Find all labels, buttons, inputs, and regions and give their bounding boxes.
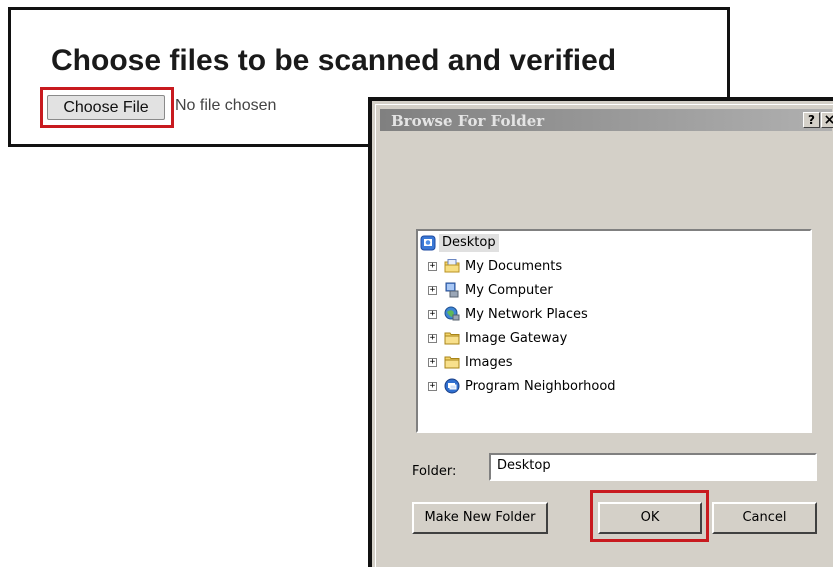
tree-item-label: Image Gateway [465, 330, 568, 346]
folder-input[interactable]: Desktop [489, 453, 817, 481]
tree-item-program-neighborhood[interactable]: + Program Neighborhood [428, 376, 616, 396]
make-new-folder-button[interactable]: Make New Folder [412, 502, 548, 534]
tree-item-my-network-places[interactable]: + My Network Places [428, 304, 588, 324]
desktop-icon [420, 235, 436, 251]
file-status-text: No file chosen [175, 97, 277, 114]
tree-item-label: Desktop [439, 234, 499, 252]
dialog-title-bar[interactable]: Browse For Folder ? × [380, 109, 833, 131]
expand-icon[interactable]: + [428, 261, 437, 271]
dialog-body: Browse For Folder ? × Desktop + My Docum… [375, 104, 833, 567]
computer-icon [444, 282, 460, 298]
documents-icon [444, 258, 460, 274]
browse-folder-dialog: Browse For Folder ? × Desktop + My Docum… [368, 97, 833, 567]
network-icon [444, 306, 460, 322]
expand-icon[interactable]: + [428, 381, 437, 391]
expand-icon[interactable]: + [428, 333, 437, 343]
tree-item-label: Program Neighborhood [465, 378, 616, 394]
page-title: Choose files to be scanned and verified [51, 44, 617, 77]
tree-item-image-gateway[interactable]: + Image Gateway [428, 328, 567, 348]
dialog-title: Browse For Folder [391, 112, 545, 130]
cancel-button[interactable]: Cancel [712, 502, 817, 534]
tree-item-label: Images [465, 354, 513, 370]
expand-icon[interactable]: + [428, 285, 437, 295]
tree-item-label: My Network Places [465, 306, 588, 322]
tree-item-label: My Computer [465, 282, 553, 298]
tree-item-desktop[interactable]: Desktop [420, 233, 499, 253]
folder-icon [444, 330, 460, 346]
folder-tree[interactable]: Desktop + My Documents + My Computer + M… [416, 229, 812, 433]
expand-icon[interactable]: + [428, 309, 437, 319]
tree-item-my-computer[interactable]: + My Computer [428, 280, 553, 300]
close-button[interactable]: × [821, 112, 833, 128]
folder-label: Folder: [412, 464, 457, 479]
ok-button[interactable]: OK [598, 502, 702, 534]
tree-item-label: My Documents [465, 258, 563, 274]
tree-item-my-documents[interactable]: + My Documents [428, 256, 562, 276]
help-button[interactable]: ? [803, 112, 820, 128]
program-neighborhood-icon [444, 378, 460, 394]
tree-item-images[interactable]: + Images [428, 352, 513, 372]
expand-icon[interactable]: + [428, 357, 437, 367]
choose-file-button[interactable]: Choose File [47, 95, 165, 120]
folder-icon [444, 354, 460, 370]
